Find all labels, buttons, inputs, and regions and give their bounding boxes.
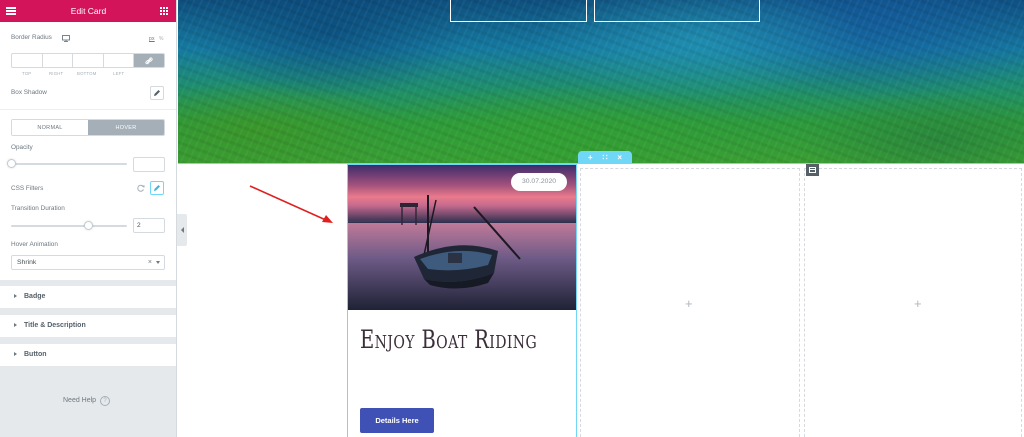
box-shadow-label: Box Shadow	[11, 89, 47, 96]
unit-px[interactable]: px	[149, 36, 155, 42]
section-handle[interactable]: + ∷ ×	[578, 151, 632, 163]
hover-animation-select[interactable]: Shrink ×	[11, 255, 165, 270]
dim-label-left: LEFT	[113, 71, 125, 76]
border-radius-inputs	[11, 53, 165, 68]
radius-bottom-input[interactable]	[73, 54, 104, 67]
caret-right-icon	[14, 323, 17, 327]
transition-input[interactable]: 2	[133, 218, 165, 233]
hero-outline-button-1[interactable]	[450, 0, 587, 22]
add-section-icon[interactable]: +	[588, 153, 593, 162]
dim-label-top: TOP	[22, 71, 32, 76]
panel-collapse-button[interactable]	[177, 214, 187, 246]
card-title: Enjoy Boat Riding	[360, 325, 538, 354]
column-handle[interactable]	[806, 164, 819, 176]
panel-title: Edit Card	[70, 6, 107, 16]
link-values-icon[interactable]	[134, 54, 164, 67]
opacity-slider-handle[interactable]	[7, 159, 16, 168]
drag-handle-icon[interactable]: ∷	[602, 153, 607, 162]
add-widget-icon[interactable]: +	[685, 297, 693, 310]
add-widget-icon[interactable]: +	[914, 297, 922, 310]
section-title-description[interactable]: Title & Description	[0, 315, 176, 337]
transition-slider-handle[interactable]	[84, 221, 93, 230]
pencil-icon	[154, 90, 160, 96]
tab-normal[interactable]: NORMAL	[12, 120, 88, 135]
widgets-grid-icon[interactable]	[160, 7, 168, 15]
column-layout-icon	[809, 167, 816, 173]
css-filters-label: CSS Filters	[11, 185, 44, 192]
details-button[interactable]: Details Here	[360, 408, 434, 433]
panel-header: Edit Card	[0, 0, 176, 22]
style-tabs: NORMAL HOVER	[11, 119, 165, 136]
empty-column-3[interactable]	[804, 168, 1022, 437]
caret-right-icon	[14, 352, 17, 356]
hover-animation-label: Hover Animation	[11, 241, 58, 248]
annotation-arrow-icon	[249, 185, 333, 223]
hover-animation-value: Shrink	[17, 259, 37, 266]
radius-right-input[interactable]	[43, 54, 73, 67]
border-radius-label: Border Radius	[11, 34, 52, 41]
box-shadow-edit-button[interactable]	[150, 86, 164, 100]
chevron-down-icon	[156, 261, 160, 264]
card-image: 30.07.2020	[348, 165, 576, 310]
need-help-link[interactable]: Need Help	[63, 397, 96, 404]
hero-background-image	[178, 0, 1024, 163]
unit-percent[interactable]: %	[159, 36, 164, 42]
radius-left-input[interactable]	[104, 54, 134, 67]
opacity-input[interactable]	[133, 157, 165, 172]
desktop-icon[interactable]	[62, 35, 70, 42]
reset-icon[interactable]	[137, 184, 145, 192]
editor-panel: Edit Card Border Radius px % TOP RIGHT B…	[0, 0, 177, 437]
caret-right-icon	[14, 294, 17, 298]
transition-duration-label: Transition Duration	[11, 205, 65, 212]
help-question-icon[interactable]: ?	[100, 396, 110, 406]
dim-label-right: RIGHT	[49, 71, 64, 76]
pencil-icon	[154, 185, 160, 191]
tab-hover[interactable]: HOVER	[88, 120, 164, 135]
chevron-left-icon	[180, 227, 184, 233]
opacity-slider-track[interactable]	[11, 163, 127, 165]
transition-slider-track[interactable]	[11, 225, 127, 227]
section-button[interactable]: Button	[0, 344, 176, 366]
css-filters-edit-button[interactable]	[150, 181, 164, 195]
card-widget[interactable]: 30.07.2020 Enjoy Boat Riding Details Her…	[348, 165, 576, 437]
help-footer: Need Help ?	[0, 366, 176, 437]
opacity-label: Opacity	[11, 144, 33, 151]
delete-section-icon[interactable]: ×	[617, 153, 622, 162]
hero-outline-button-2[interactable]	[594, 0, 760, 22]
radius-top-input[interactable]	[12, 54, 43, 67]
clear-icon[interactable]: ×	[148, 256, 152, 269]
dim-label-bottom: BOTTOM	[77, 71, 97, 76]
section-border	[178, 163, 1024, 164]
section-badge[interactable]: Badge	[0, 286, 176, 308]
date-badge: 30.07.2020	[511, 173, 567, 191]
